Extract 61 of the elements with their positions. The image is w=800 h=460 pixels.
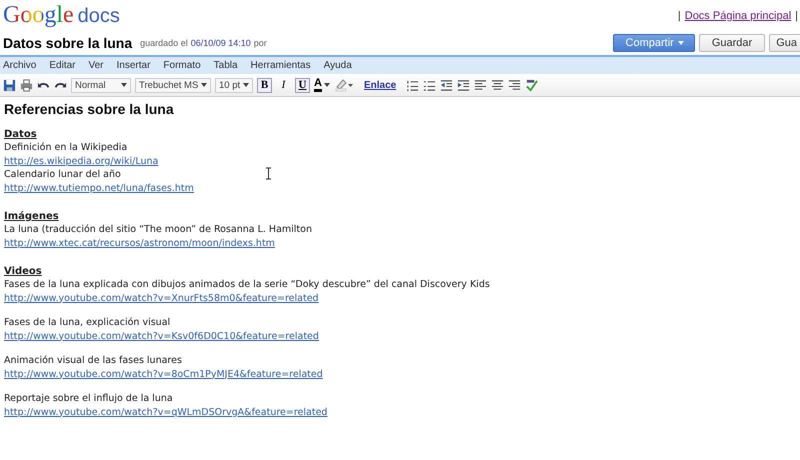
reference-link[interactable]: http://www.tutiempo.net/luna/fases.htm [4,182,194,194]
align-left-icon[interactable] [474,78,488,92]
action-button[interactable]: Gua [769,34,800,52]
caret-icon[interactable] [324,83,330,87]
numbered-list-icon[interactable] [406,78,420,92]
reference-link[interactable]: http://www.youtube.com/watch?v=Ksv0f6D0C10&feature=related [4,330,319,342]
format-button[interactable]: I [276,78,291,92]
document-title[interactable]: Datos sobre la luna [3,35,132,51]
caret-icon [121,83,127,87]
text-cursor-icon [265,167,272,180]
section-heading: Videos [4,265,43,278]
caret-icon [201,83,207,87]
google-logo: Google [3,2,74,29]
menu-item[interactable]: Formato [163,60,201,71]
text-color-button[interactable]: A [314,78,322,92]
align-right-icon[interactable] [508,78,522,92]
link-button[interactable]: Enlace [364,80,396,90]
menu-item[interactable]: Tabla [214,60,238,71]
separator: | [795,10,798,22]
style-dropdown[interactable]: Normal [71,78,131,92]
print-icon[interactable] [20,78,33,92]
reference-text: Animación visual de las fases lunares [4,354,182,368]
menu-item[interactable]: Archivo [3,60,36,71]
saved-label: guardado el [140,38,188,48]
menu-item[interactable]: Insertar [116,60,150,71]
bullet-list-icon[interactable] [423,78,436,92]
menu-item[interactable]: Ayuda [324,60,352,71]
saved-by-label: por [254,38,267,48]
align-center-icon[interactable] [491,78,504,92]
size-dropdown[interactable]: 10 pt [215,78,253,92]
reference-text: Definición en la Wikipedia [4,141,128,154]
menu-item[interactable]: Editar [49,60,76,71]
reference-link[interactable]: http://www.youtube.com/watch?v=8oCm1PyMJE4&feature=related [4,368,323,380]
section-heading: Imágenes [4,210,60,223]
reference-text: Fases de la luna explicada con dibujos animados de la serie “Doky descubre” del canal Discovery Kids [4,278,490,292]
action-button[interactable]: Guardar [698,34,766,52]
format-button[interactable]: B [257,78,272,92]
format-button[interactable]: U [295,78,310,92]
document-heading: Referencias sobre la luna [4,101,175,117]
reference-link[interactable]: http://es.wikipedia.org/wiki/Luna [4,156,158,166]
separator: | [678,10,681,22]
caret-icon [243,83,249,87]
save-icon[interactable] [3,78,16,92]
product-name: docs [78,5,120,28]
section-heading: Datos [4,128,38,141]
reference-text: La luna (traducción del sitio “The moon” de Rosanna L. Hamilton [4,223,312,236]
font-dropdown[interactable]: Trebuchet MS [135,78,211,92]
home-link[interactable]: Docs Página principal [684,10,792,22]
reference-text: Reportaje sobre el influjo de la luna [4,392,173,406]
reference-text: Fases de la luna, explicación visual [4,316,170,330]
spellcheck-icon[interactable] [525,78,538,92]
reference-link[interactable]: http://www.youtube.com/watch?v=XnurFts58m0&feature=related [4,292,319,304]
increase-indent-icon[interactable] [457,78,470,92]
highlighter-icon[interactable] [334,78,354,92]
reference-link[interactable]: http://www.youtube.com/watch?v=qWLmDSOrvgA&feature=related [4,406,328,418]
reference-link[interactable]: http://www.xtec.cat/recursos/astronom/moon/indexs.htm [4,238,275,248]
saved-time[interactable]: 06/10/09 14:10 [190,38,251,48]
reference-text: Calendario lunar del año [4,168,121,182]
menu-item[interactable]: Ver [88,60,104,71]
decrease-indent-icon[interactable] [440,78,454,92]
menu-item[interactable]: Herramientas [250,60,311,71]
